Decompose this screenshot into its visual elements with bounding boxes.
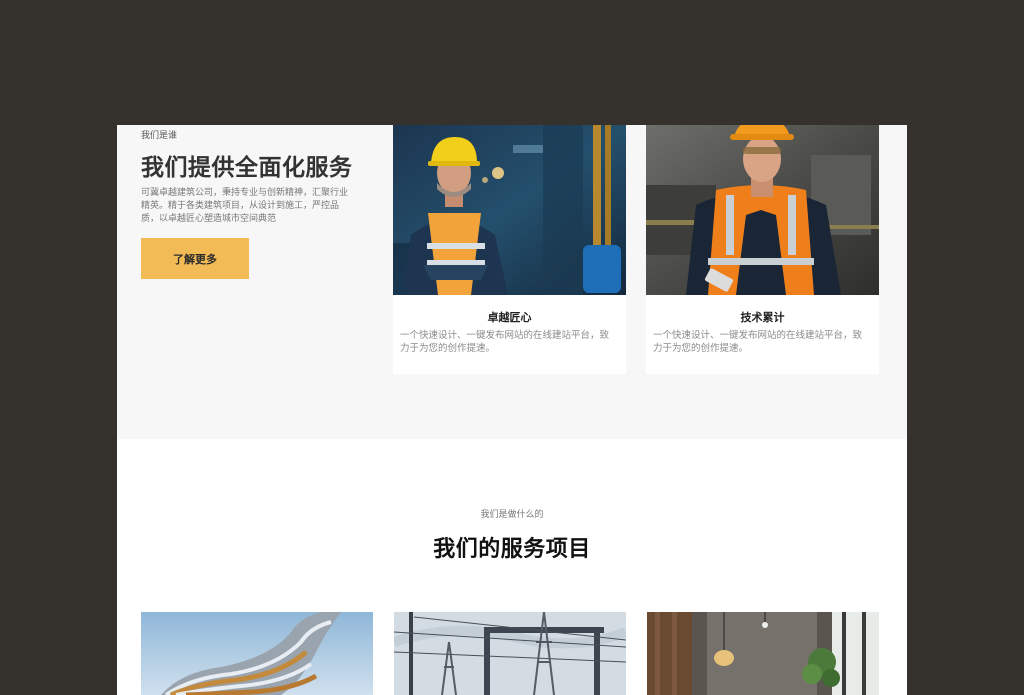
service-thumbnail-architecture[interactable] [141, 612, 373, 695]
learn-more-button[interactable]: 了解更多 [141, 238, 249, 279]
services-title: 我们的服务项目 [433, 537, 591, 562]
about-section: 我们是谁 我们提供全面化服务 可冀卓越建筑公司，秉持专业与创新精神，汇聚行业精英… [117, 125, 907, 439]
about-eyebrow: 我们是谁 [141, 131, 178, 141]
card-title: 卓越匠心 [487, 311, 532, 324]
card-title: 技术累计 [740, 311, 785, 324]
services-eyebrow: 我们是做什么的 [480, 510, 544, 520]
about-description: 可冀卓越建筑公司，秉持专业与创新精神，汇聚行业精英。精于各类建筑项目，从设计到施… [141, 188, 349, 224]
service-thumbnail-power[interactable] [394, 612, 626, 695]
card-description: 一个快速设计、一键发布网站的在线建站平台，致力于为您的创作提速。 [653, 330, 863, 354]
feature-card[interactable]: 技术累计 一个快速设计、一键发布网站的在线建站平台，致力于为您的创作提速。 [646, 125, 879, 374]
card-description: 一个快速设计、一键发布网站的在线建站平台，致力于为您的创作提速。 [400, 330, 610, 354]
worker-photo [393, 125, 626, 295]
service-thumbnail-interior[interactable] [647, 612, 879, 695]
page-canvas: 我们是谁 我们提供全面化服务 可冀卓越建筑公司，秉持专业与创新精神，汇聚行业精英… [117, 125, 907, 695]
engineer-photo [646, 125, 879, 295]
feature-card[interactable]: 卓越匠心 一个快速设计、一键发布网站的在线建站平台，致力于为您的创作提速。 [393, 125, 626, 374]
about-title: 我们提供全面化服务 [141, 155, 353, 181]
